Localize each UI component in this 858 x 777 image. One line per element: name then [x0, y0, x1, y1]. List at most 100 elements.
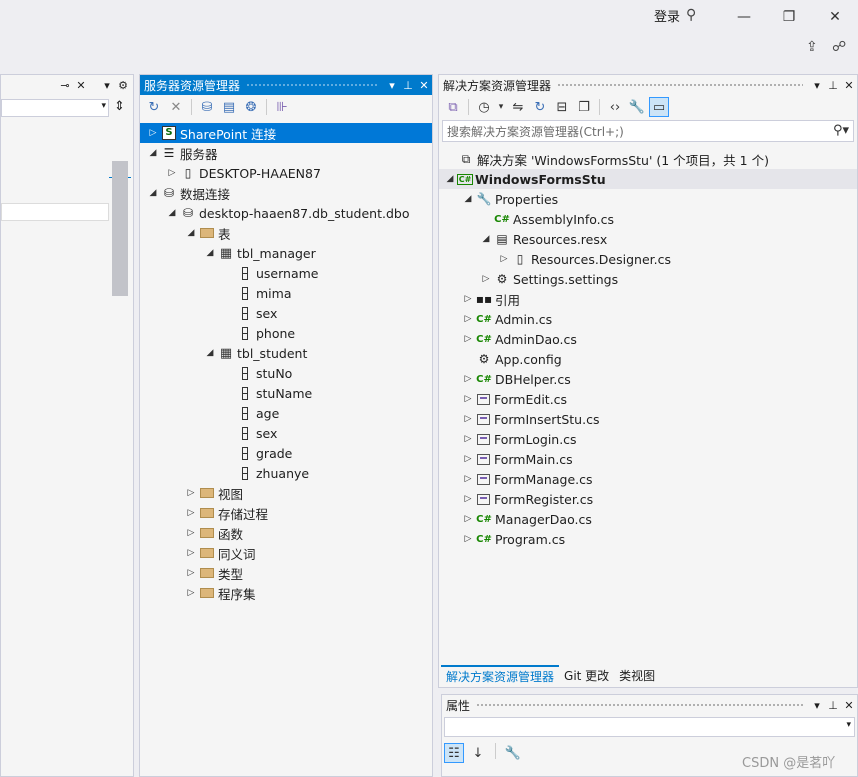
tree-item[interactable]: ▷ S SharePoint 连接 [140, 123, 432, 143]
collapse-arrow-icon[interactable]: ◢ [146, 148, 160, 158]
expand-arrow-icon[interactable]: ▷ [146, 128, 160, 138]
connect-database-icon[interactable]: ⛁ [197, 97, 217, 117]
tree-item[interactable]: ▷ ▯ DESKTOP-HAAEN87 [140, 163, 432, 183]
tree-item[interactable]: ◢ 表 [140, 223, 432, 243]
tree-item[interactable]: ▷ FormManage.cs [439, 469, 857, 489]
view-code-icon[interactable]: ‹› [605, 97, 625, 117]
expand-arrow-icon[interactable]: ▷ [461, 494, 475, 504]
expand-arrow-icon[interactable]: ▷ [461, 414, 475, 424]
tree-item[interactable]: ▷ C# Program.cs [439, 529, 857, 549]
tree-item[interactable]: phone [140, 323, 432, 343]
expand-arrow-icon[interactable]: ▷ [461, 474, 475, 484]
tree-item[interactable]: username [140, 263, 432, 283]
expand-arrow-icon[interactable]: ▷ [184, 528, 198, 538]
tree-item[interactable]: ◢ ▤ Resources.resx [439, 229, 857, 249]
pin-icon[interactable]: ⊥ [825, 699, 841, 712]
tree-item[interactable]: ▷ FormEdit.cs [439, 389, 857, 409]
expand-arrow-icon[interactable]: ▷ [184, 548, 198, 558]
refresh-icon[interactable]: ↻ [144, 97, 164, 117]
expand-arrow-icon[interactable]: ▷ [461, 434, 475, 444]
tree-item[interactable]: ▷ 存储过程 [140, 503, 432, 523]
stop-icon[interactable]: ✕ [166, 97, 186, 117]
collapse-arrow-icon[interactable]: ◢ [479, 234, 493, 244]
tree-item[interactable]: ◢ 🔧 Properties [439, 189, 857, 209]
tree-item[interactable]: ▷ C# ManagerDao.cs [439, 509, 857, 529]
tree-item[interactable]: C# AssemblyInfo.cs [439, 209, 857, 229]
tree-item[interactable]: ⧉ 解决方案 'WindowsFormsStu' (1 个项目，共 1 个) [439, 149, 857, 169]
collapse-arrow-icon[interactable]: ◢ [165, 208, 179, 218]
tree-item[interactable]: ▷ 程序集 [140, 583, 432, 603]
expand-arrow-icon[interactable]: ▷ [165, 168, 179, 178]
collapse-arrow-icon[interactable]: ◢ [443, 174, 457, 184]
history-icon[interactable]: ◷ [474, 97, 494, 117]
tree-item[interactable]: mima [140, 283, 432, 303]
tree-item[interactable]: ▷ FormInsertStu.cs [439, 409, 857, 429]
close-icon[interactable]: ✕ [416, 79, 432, 92]
tree-item[interactable]: ▷ C# AdminDao.cs [439, 329, 857, 349]
alphabetical-icon[interactable]: ↓ [468, 743, 488, 763]
close-icon[interactable]: ✕ [73, 79, 89, 92]
tree-item[interactable]: ⚙ App.config [439, 349, 857, 369]
collapse-arrow-icon[interactable]: ◢ [203, 248, 217, 258]
categorized-icon[interactable]: ☷ [444, 743, 464, 763]
left-input[interactable] [1, 203, 109, 221]
tree-item[interactable]: stuNo [140, 363, 432, 383]
object-selector[interactable]: ▾ [444, 717, 855, 737]
tree-item[interactable]: ◢ ⛁ desktop-haaen87.db_student.dbo [140, 203, 432, 223]
tree-item[interactable]: ▷ C# DBHelper.cs [439, 369, 857, 389]
pin-icon[interactable]: ⊸ [57, 79, 73, 92]
collapse-all-icon[interactable]: ⊟ [552, 97, 572, 117]
left-dropdown[interactable]: ▾ [1, 99, 109, 117]
connect-server-icon[interactable]: ▤ [219, 97, 239, 117]
tree-item[interactable]: ▷ 同义词 [140, 543, 432, 563]
collapse-arrow-icon[interactable]: ◢ [461, 194, 475, 204]
tree-item[interactable]: stuName [140, 383, 432, 403]
expand-arrow-icon[interactable]: ▷ [461, 534, 475, 544]
refresh-icon[interactable]: ↻ [530, 97, 550, 117]
account-icon[interactable]: ⚲ [686, 8, 696, 22]
tab-0[interactable]: 解决方案资源管理器 [441, 665, 560, 685]
azure-icon[interactable]: ❂ [241, 97, 261, 117]
tree-item[interactable]: ▷ 函数 [140, 523, 432, 543]
expand-arrow-icon[interactable]: ▷ [184, 568, 198, 578]
tree-item[interactable]: ◢ ▦ tbl_manager [140, 243, 432, 263]
tree-item[interactable]: ▷ ▪▪ 引用 [439, 289, 857, 309]
search-icon[interactable]: ⚲▾ [833, 123, 849, 138]
login-link[interactable]: 登录 [654, 6, 680, 25]
feedback-icon[interactable]: ☍ [832, 40, 846, 54]
expand-arrow-icon[interactable]: ▷ [497, 254, 511, 264]
tree-item[interactable]: ▷ C# Admin.cs [439, 309, 857, 329]
expand-arrow-icon[interactable]: ▷ [461, 394, 475, 404]
dropdown-icon[interactable]: ▾ [99, 79, 115, 92]
restore-button[interactable]: ❐ [777, 6, 801, 28]
close-icon[interactable]: ✕ [841, 79, 857, 92]
preview-icon[interactable]: ▭ [649, 97, 669, 117]
expand-arrow-icon[interactable]: ▷ [461, 514, 475, 524]
expand-arrow-icon[interactable]: ▷ [184, 508, 198, 518]
tree-item[interactable]: ▷ 视图 [140, 483, 432, 503]
tree-item[interactable]: ▷ FormMain.cs [439, 449, 857, 469]
tree-item[interactable]: grade [140, 443, 432, 463]
tree-item[interactable]: sex [140, 423, 432, 443]
switch-views-icon[interactable]: ⧉ [443, 97, 463, 117]
expand-arrow-icon[interactable]: ▷ [184, 588, 198, 598]
tree-item[interactable]: ◢ ☰ 服务器 [140, 143, 432, 163]
split-icon[interactable]: ⇕ [114, 99, 125, 114]
tab-1[interactable]: Git 更改 [559, 667, 614, 684]
close-window-button[interactable]: ✕ [823, 6, 847, 28]
dropdown-icon[interactable]: ▾ [384, 79, 400, 92]
tree-item[interactable]: sex [140, 303, 432, 323]
tree-item[interactable]: ▷ ▯ Resources.Designer.cs [439, 249, 857, 269]
tree-item[interactable]: ◢ ▦ tbl_student [140, 343, 432, 363]
sync-icon[interactable]: ⇋ [508, 97, 528, 117]
collapse-arrow-icon[interactable]: ◢ [146, 188, 160, 198]
scrollbar-thumb[interactable] [112, 161, 128, 296]
tree-item[interactable]: ▷ ⚙ Settings.settings [439, 269, 857, 289]
gear-icon[interactable]: ⚙ [115, 79, 131, 92]
share-icon[interactable]: ⇪ [806, 40, 818, 54]
collapse-arrow-icon[interactable]: ◢ [203, 348, 217, 358]
wrench-icon[interactable]: 🔧 [503, 743, 523, 763]
pin-icon[interactable]: ⊥ [400, 79, 416, 92]
expand-arrow-icon[interactable]: ▷ [184, 488, 198, 498]
tab-2[interactable]: 类视图 [614, 667, 660, 684]
